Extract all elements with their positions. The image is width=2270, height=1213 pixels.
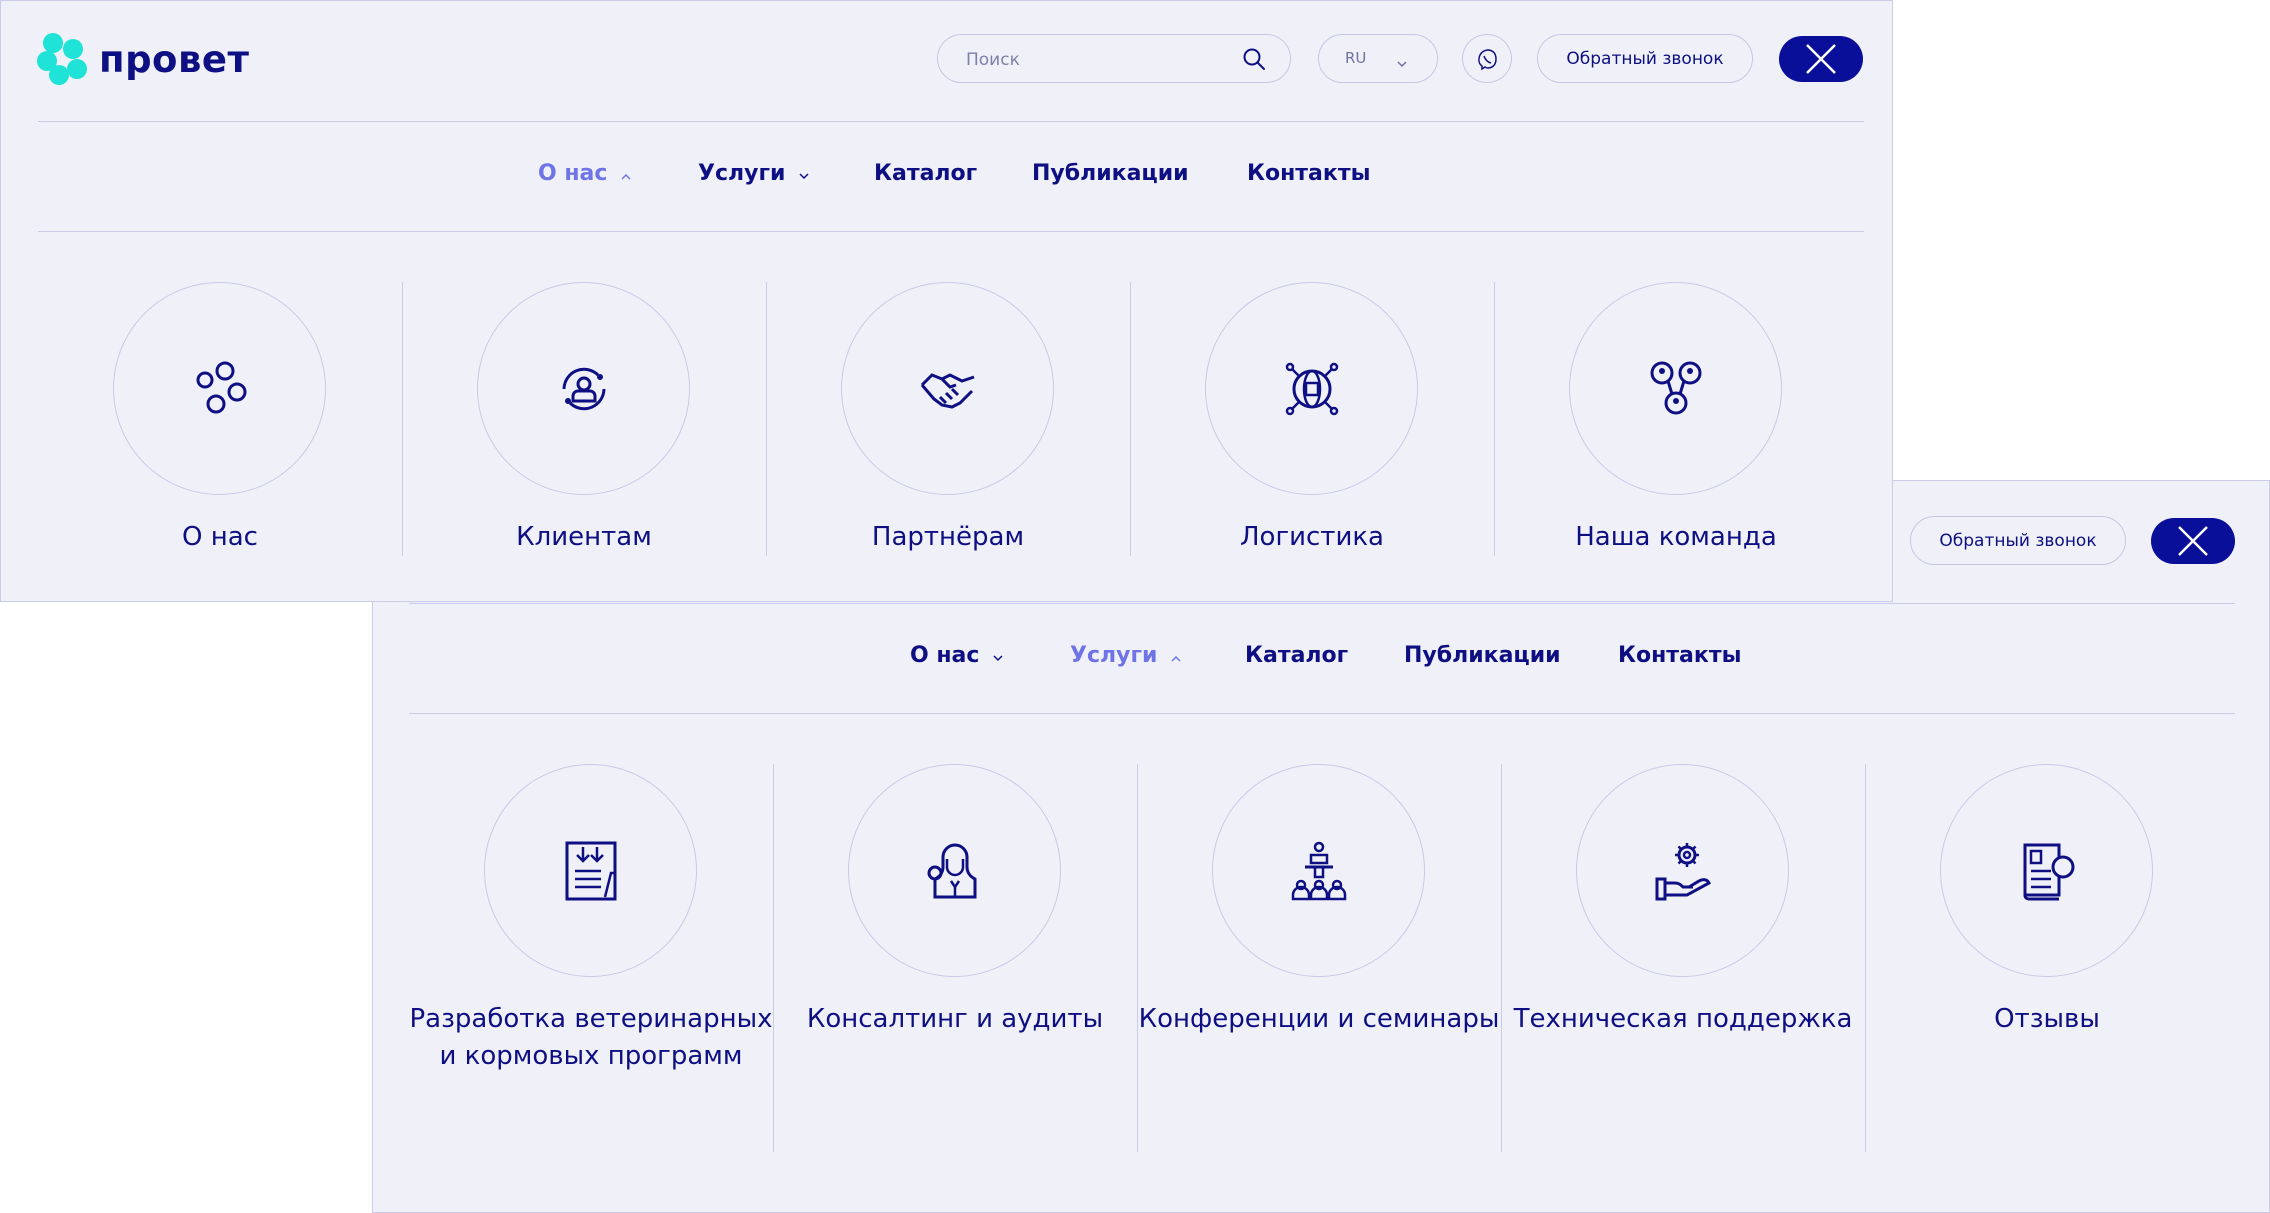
search-field[interactable] (937, 34, 1291, 84)
viber-icon (1478, 49, 1497, 71)
menu-card-label: Конференции и семинары (1138, 1004, 1500, 1034)
menu-card-circle (484, 764, 697, 977)
handshake-icon (920, 373, 975, 409)
column-divider (1501, 764, 1502, 1152)
menu-card-label: О нас (182, 522, 258, 552)
chevron-up-icon (621, 161, 631, 186)
review-document-icon (2023, 843, 2075, 901)
team-icon (1650, 361, 1702, 415)
client-cycle-icon (562, 367, 606, 411)
conference-icon (1291, 841, 1347, 901)
nav-contacts[interactable]: Контакты (1618, 643, 1741, 668)
menu-card-circle (1940, 764, 2153, 977)
document-development-icon (565, 841, 617, 901)
nav-about[interactable]: О нас (910, 643, 1003, 668)
menu-card-label: Разработка ветеринарных и кормовых прогр… (409, 1004, 773, 1071)
menu-card-circle (1212, 764, 1425, 977)
chevron-down-icon (799, 161, 809, 186)
menu-card-circle (113, 282, 326, 495)
column-divider (1494, 282, 1495, 556)
close-button[interactable] (2151, 518, 2235, 564)
nav-services[interactable]: Услуги (698, 161, 809, 186)
divider (38, 121, 1864, 122)
menu-card-circle (1569, 282, 1782, 495)
menu-card-label: Партнёрам (871, 522, 1025, 552)
menu-card-label: Консалтинг и аудиты (806, 1004, 1104, 1034)
menu-card-label: Клиентам (516, 522, 652, 552)
menu-card-label: Наша команда (1575, 522, 1777, 552)
column-divider (402, 282, 403, 556)
viber-button[interactable] (1462, 34, 1512, 83)
column-divider (773, 764, 774, 1152)
logo-mark-icon (37, 33, 93, 85)
globe-network-icon (1285, 362, 1339, 416)
menu-card-circle (848, 764, 1061, 977)
logo-text: провет (99, 37, 250, 81)
logo[interactable]: провет (37, 33, 249, 85)
callback-button[interactable]: Обратный звонок (1910, 516, 2126, 565)
column-divider (1130, 282, 1131, 556)
divider (409, 603, 2235, 604)
support-gear-icon (1655, 843, 1711, 901)
close-icon (2178, 526, 2208, 556)
nav-about[interactable]: О нас (538, 161, 631, 186)
chevron-down-icon (1397, 53, 1407, 72)
nav-services[interactable]: Услуги (1070, 643, 1181, 668)
menu-card-circle (841, 282, 1054, 495)
nav-catalog[interactable]: Каталог (1245, 643, 1348, 668)
search-icon[interactable] (1242, 47, 1266, 75)
menu-card-circle (1205, 282, 1418, 495)
divider (38, 231, 1864, 232)
about-menu-panel: провет RU Обратный звонок О нас Услуги К… (0, 0, 1893, 602)
menu-card-circle (1576, 764, 1789, 977)
bubbles-icon (196, 361, 247, 414)
chevron-up-icon (1171, 643, 1181, 668)
nav-contacts[interactable]: Контакты (1247, 161, 1370, 186)
callback-button[interactable]: Обратный звонок (1537, 34, 1753, 83)
close-button[interactable] (1779, 36, 1863, 82)
menu-card-label: Логистика (1240, 522, 1384, 552)
menu-card-label: Отзывы (1994, 1004, 2100, 1034)
column-divider (766, 282, 767, 556)
nav-catalog[interactable]: Каталог (874, 161, 977, 186)
nav-publications[interactable]: Публикации (1404, 643, 1561, 668)
menu-card-circle (477, 282, 690, 495)
language-code: RU (1345, 49, 1367, 67)
language-select[interactable]: RU (1318, 34, 1438, 83)
nav-publications[interactable]: Публикации (1032, 161, 1189, 186)
menu-card-label: Техническая поддержка (1513, 1004, 1853, 1034)
column-divider (1865, 764, 1866, 1152)
consultant-icon (927, 843, 977, 899)
divider (409, 713, 2235, 714)
chevron-down-icon (993, 643, 1003, 668)
column-divider (1137, 764, 1138, 1152)
close-icon (1806, 44, 1836, 74)
search-input[interactable] (964, 35, 1238, 84)
